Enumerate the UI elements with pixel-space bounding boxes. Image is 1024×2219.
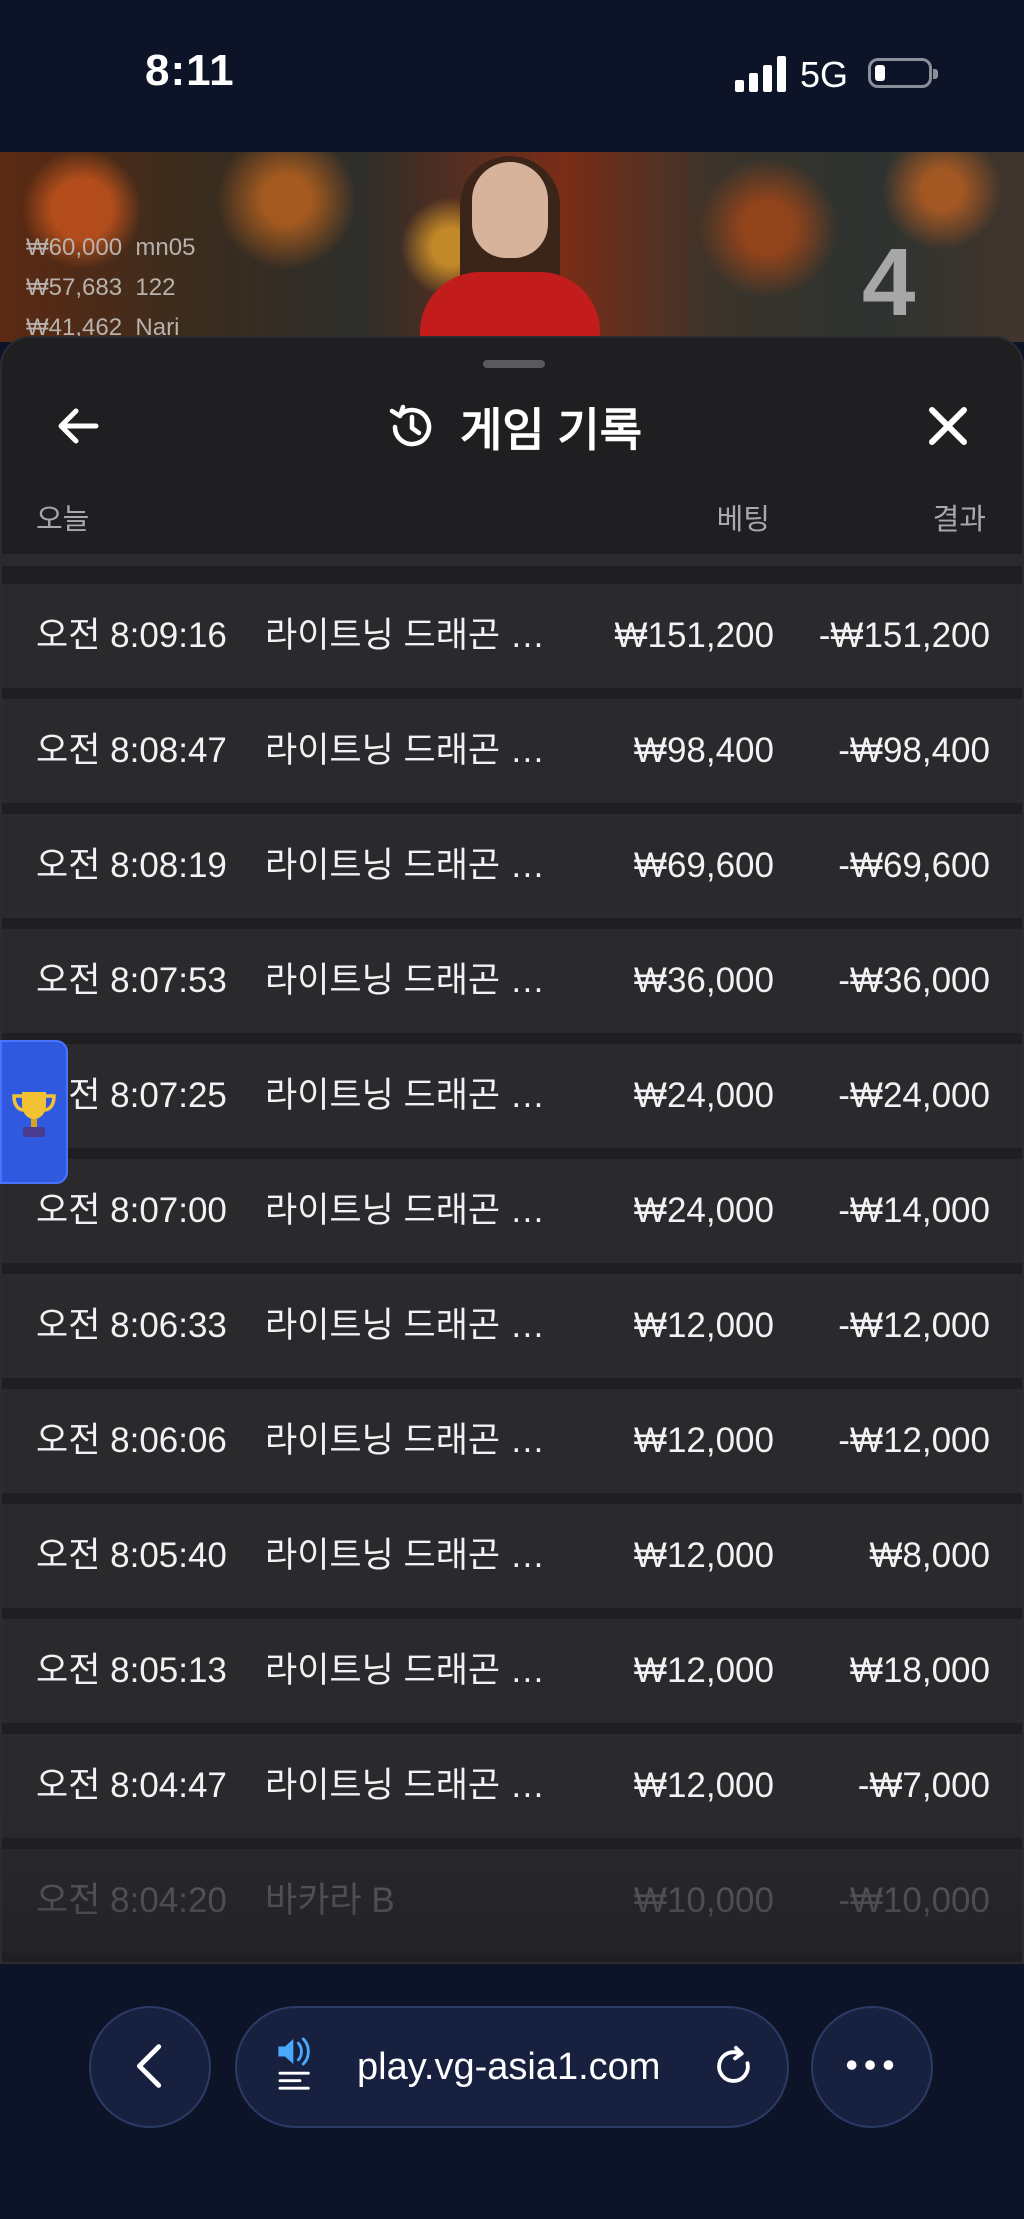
row-bet: ₩12,000 <box>633 1421 774 1460</box>
row-bet: ₩24,000 <box>633 1191 774 1230</box>
status-time: 8:11 <box>145 46 235 95</box>
close-button[interactable] <box>920 398 976 454</box>
network-type: 5G <box>800 54 849 95</box>
address-bar[interactable]: play.vg-asia1.com <box>235 2006 789 2128</box>
row-bet: ₩98,400 <box>633 731 774 770</box>
panel-header: 게임 기록 <box>2 394 1022 460</box>
row-game: 라이트닝 드래곤 타... <box>265 1191 565 1230</box>
row-time: 오전 8:05:40 <box>36 1536 227 1575</box>
row-result: -₩36,000 <box>838 961 990 1000</box>
row-result: -₩14,000 <box>838 1191 990 1230</box>
battery-icon <box>868 58 938 88</box>
row-result: -₩98,400 <box>838 731 990 770</box>
row-time: 오전 8:09:16 <box>36 616 227 655</box>
more-options-button[interactable] <box>811 2006 933 2128</box>
history-row[interactable]: 오전 8:05:40 라이트닝 드래곤 타... ₩12,000 ₩8,000 <box>2 1504 1022 1608</box>
dealer-image <box>420 156 600 342</box>
reload-icon[interactable] <box>711 2044 759 2092</box>
history-row[interactable]: 오전 8:08:19 라이트닝 드래곤 타... ₩69,600 -₩69,60… <box>2 814 1022 918</box>
column-header-result: 결과 <box>932 504 986 536</box>
row-result: ₩8,000 <box>869 1536 990 1575</box>
round-number: 4 <box>862 229 916 336</box>
close-icon <box>929 407 967 445</box>
row-game: 라이트닝 드래곤 타... <box>265 961 565 1000</box>
row-game: 라이트닝 드래곤 타... <box>265 1421 565 1460</box>
trophy-icon <box>12 1092 56 1137</box>
history-row[interactable]: 오전 8:04:47 라이트닝 드래곤 타... ₩12,000 -₩7,000 <box>2 1734 1022 1838</box>
row-game: 바카라 B <box>265 1881 395 1920</box>
history-icon <box>389 404 432 447</box>
history-row[interactable]: 오전 8:07:00 라이트닝 드래곤 타... ₩24,000 -₩14,00… <box>2 1159 1022 1263</box>
panel-title-text: 게임 기록 <box>459 404 643 456</box>
row-time: 오전 8:08:47 <box>36 731 227 770</box>
row-time: 오전 8:06:33 <box>36 1306 227 1345</box>
row-time: 오전 8:05:13 <box>36 1651 227 1690</box>
column-header-date: 오늘 <box>36 504 90 536</box>
row-game: 라이트닝 드래곤 타... <box>265 1076 565 1115</box>
browser-back-button[interactable] <box>89 2006 211 2128</box>
cellular-signal-icon <box>735 56 787 92</box>
row-result: -₩7,000 <box>857 1766 990 1805</box>
history-row[interactable]: 오전 8:06:06 라이트닝 드래곤 타... ₩12,000 -₩12,00… <box>2 1389 1022 1493</box>
status-bar: 8:11 5G <box>0 0 1024 152</box>
player-entry: ₩57,683 122 <box>26 274 176 301</box>
row-result: ₩18,000 <box>849 1651 990 1690</box>
row-time: 오전 8:04:20 <box>36 1881 227 1920</box>
row-game: 라이트닝 드래곤 타... <box>265 1536 565 1575</box>
row-bet: ₩12,000 <box>633 1536 774 1575</box>
row-game: 라이트닝 드래곤 타... <box>265 846 565 885</box>
leaderboard-button[interactable] <box>0 1040 68 1184</box>
row-game: 라이트닝 드래곤 타... <box>265 1306 565 1345</box>
row-bet: ₩151,200 <box>614 616 774 655</box>
history-row[interactable]: 오전 8:07:53 라이트닝 드래곤 타... ₩36,000 -₩36,00… <box>2 929 1022 1033</box>
row-game: 라이트닝 드래곤 타... <box>265 1766 565 1805</box>
row-bet: ₩36,000 <box>633 961 774 1000</box>
history-row[interactable]: 오전 8:05:13 라이트닝 드래곤 타... ₩12,000 ₩18,000 <box>2 1619 1022 1723</box>
url-text: play.vg-asia1.com <box>357 2046 661 2088</box>
row-game: 라이트닝 드래곤 타... <box>265 731 565 770</box>
history-list[interactable]: 오전 8:09:16 라이트닝 드래곤 타... ₩151,200 -₩151,… <box>2 554 1022 1962</box>
row-result: -₩24,000 <box>838 1076 990 1115</box>
panel-title: 게임 기록 <box>386 394 642 460</box>
row-bet: ₩12,000 <box>633 1766 774 1805</box>
history-row[interactable]: 오전 8:04:20 바카라 B ₩10,000 -₩10,000 <box>2 1849 1022 1953</box>
row-bet: ₩12,000 <box>633 1651 774 1690</box>
row-bet: ₩12,000 <box>633 1306 774 1345</box>
audio-playing-icon[interactable] <box>275 2034 325 2094</box>
row-game: 라이트닝 드래곤 타... <box>265 616 565 655</box>
game-history-panel: 게임 기록 오늘 베팅 결과 오전 8:09:16 라이트닝 드래곤 타... … <box>0 336 1024 1964</box>
row-result: -₩12,000 <box>838 1306 990 1345</box>
ellipsis-icon <box>846 2060 894 2070</box>
history-row[interactable]: 오전 8:07:25 라이트닝 드래곤 타... ₩24,000 -₩24,00… <box>2 1044 1022 1148</box>
chevron-left-icon <box>136 2044 162 2088</box>
player-entry: ₩60,000 mn05 <box>26 234 196 261</box>
row-result: -₩151,200 <box>818 616 990 655</box>
row-time: 오전 8:08:19 <box>36 846 227 885</box>
row-bet: ₩10,000 <box>633 1881 774 1920</box>
row-bet: ₩24,000 <box>633 1076 774 1115</box>
history-row[interactable]: 오전 8:08:47 라이트닝 드래곤 타... ₩98,400 -₩98,40… <box>2 699 1022 803</box>
drag-handle[interactable] <box>483 360 545 368</box>
row-time: 오전 8:06:06 <box>36 1421 227 1460</box>
row-time: 오전 8:04:47 <box>36 1766 227 1805</box>
player-leaderboard: ₩60,000 mn05 ₩57,683 122 ₩41,462 Nari <box>26 228 195 348</box>
history-row[interactable]: 오전 8:09:16 라이트닝 드래곤 타... ₩151,200 -₩151,… <box>2 584 1022 688</box>
history-row[interactable]: 오전 8:06:33 라이트닝 드래곤 타... ₩12,000 -₩12,00… <box>2 1274 1022 1378</box>
column-header-bet: 베팅 <box>716 504 770 536</box>
row-result: -₩69,600 <box>838 846 990 885</box>
list-item[interactable] <box>2 554 1022 566</box>
row-result: -₩12,000 <box>838 1421 990 1460</box>
row-time: 오전 8:07:53 <box>36 961 227 1000</box>
browser-toolbar: play.vg-asia1.com <box>0 1964 1024 2219</box>
row-game: 라이트닝 드래곤 타... <box>265 1651 565 1690</box>
row-result: -₩10,000 <box>838 1881 990 1920</box>
row-bet: ₩69,600 <box>633 846 774 885</box>
